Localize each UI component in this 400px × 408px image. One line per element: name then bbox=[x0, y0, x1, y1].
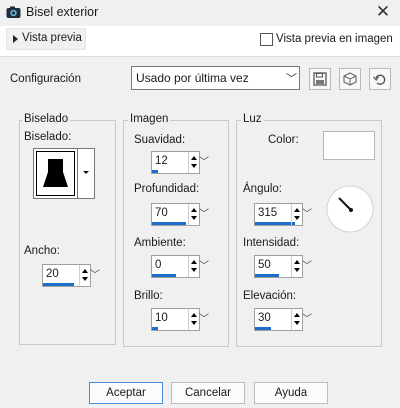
ambience-value: 0 bbox=[155, 259, 162, 271]
elevation-slider-bar[interactable] bbox=[255, 327, 271, 330]
width-label: Ancho: bbox=[24, 245, 60, 257]
reset-preset-button[interactable] bbox=[369, 68, 391, 90]
up-arrow-icon[interactable] bbox=[294, 260, 300, 264]
down-arrow-icon[interactable] bbox=[191, 216, 197, 220]
depth-stepper[interactable]: 70 bbox=[151, 203, 200, 226]
floppy-disk-icon bbox=[313, 72, 327, 86]
bevel-shape-picker[interactable] bbox=[33, 148, 78, 199]
config-preset-select[interactable]: Usado por última vez ﹀ bbox=[131, 66, 300, 90]
brightness-slider-bar[interactable] bbox=[152, 327, 158, 330]
ambience-stepper[interactable]: 0 bbox=[151, 255, 200, 278]
dropdown-arrow-icon bbox=[83, 171, 89, 174]
window-title: Bisel exterior bbox=[26, 5, 99, 19]
angle-slider-bar[interactable] bbox=[255, 222, 295, 225]
down-arrow-icon[interactable] bbox=[82, 277, 88, 281]
angle-value: 315 bbox=[258, 207, 278, 219]
intensity-value: 50 bbox=[258, 259, 271, 271]
brightness-label: Brillo: bbox=[134, 290, 163, 302]
down-arrow-icon[interactable] bbox=[294, 268, 300, 272]
bevel-shape-dropdown-button[interactable] bbox=[78, 148, 95, 199]
color-label: Color: bbox=[268, 134, 299, 146]
elevation-label: Elevación: bbox=[243, 290, 297, 302]
up-arrow-icon[interactable] bbox=[294, 208, 300, 212]
depth-chevron-icon[interactable]: ﹀ bbox=[199, 203, 209, 226]
expand-arrow-icon bbox=[13, 35, 18, 43]
light-group-title: Luz bbox=[241, 113, 264, 125]
up-arrow-icon[interactable] bbox=[191, 208, 197, 212]
up-arrow-icon[interactable] bbox=[191, 156, 197, 160]
elevation-chevron-icon[interactable]: ﹀ bbox=[302, 308, 312, 331]
accept-button[interactable]: Aceptar bbox=[89, 382, 163, 404]
bevel-shape-label: Biselado: bbox=[24, 131, 72, 143]
elevation-value: 30 bbox=[258, 312, 271, 324]
up-arrow-icon[interactable] bbox=[82, 269, 88, 273]
bevel-group-title: Biselado bbox=[22, 113, 71, 125]
smoothness-chevron-icon[interactable]: ﹀ bbox=[199, 151, 209, 174]
intensity-stepper[interactable]: 50 bbox=[254, 255, 303, 278]
help-button[interactable]: Ayuda bbox=[254, 382, 328, 404]
down-arrow-icon[interactable] bbox=[191, 164, 197, 168]
brightness-stepper[interactable]: 10 bbox=[151, 308, 200, 331]
intensity-chevron-icon[interactable]: ﹀ bbox=[302, 255, 312, 278]
camera-icon bbox=[6, 5, 21, 20]
intensity-label: Intensidad: bbox=[243, 237, 300, 249]
image-group-title: Imagen bbox=[128, 113, 171, 125]
ambience-slider-bar[interactable] bbox=[152, 274, 177, 277]
down-arrow-icon[interactable] bbox=[294, 321, 300, 325]
down-arrow-icon[interactable] bbox=[191, 268, 197, 272]
smoothness-stepper[interactable]: 12 bbox=[151, 151, 200, 174]
ambience-chevron-icon[interactable]: ﹀ bbox=[199, 255, 209, 278]
config-preset-value: Usado por última vez bbox=[136, 71, 249, 85]
width-slider-bar[interactable] bbox=[43, 283, 74, 286]
preview-toggle-label: Vista previa bbox=[22, 32, 82, 44]
depth-value: 70 bbox=[155, 207, 168, 219]
angle-stepper[interactable]: 315 bbox=[254, 203, 303, 226]
smoothness-label: Suavidad: bbox=[134, 134, 186, 146]
up-arrow-icon[interactable] bbox=[294, 313, 300, 317]
close-icon[interactable]: ✕ bbox=[372, 2, 394, 24]
save-preset-button[interactable] bbox=[309, 68, 331, 90]
elevation-stepper[interactable]: 30 bbox=[254, 308, 303, 331]
angle-chevron-icon[interactable]: ﹀ bbox=[302, 203, 312, 226]
angle-label: Ángulo: bbox=[243, 183, 283, 195]
config-label: Configuración bbox=[10, 73, 81, 85]
light-color-swatch[interactable] bbox=[323, 131, 375, 160]
brightness-chevron-icon[interactable]: ﹀ bbox=[199, 308, 209, 331]
preview-on-image-label[interactable]: Vista previa en imagen bbox=[276, 33, 393, 45]
up-arrow-icon[interactable] bbox=[191, 313, 197, 317]
smoothness-slider-bar[interactable] bbox=[152, 170, 158, 173]
preview-on-image-checkbox[interactable] bbox=[260, 33, 273, 46]
smoothness-value: 12 bbox=[155, 155, 168, 167]
width-chevron-icon[interactable]: ﹀ bbox=[90, 264, 100, 287]
depth-label: Profundidad: bbox=[134, 183, 200, 195]
preview-toggle-button[interactable]: Vista previa bbox=[6, 28, 86, 50]
delete-preset-button[interactable] bbox=[339, 68, 361, 90]
down-arrow-icon[interactable] bbox=[191, 321, 197, 325]
cancel-button[interactable]: Cancelar bbox=[171, 382, 245, 404]
angle-dial[interactable] bbox=[325, 184, 375, 234]
intensity-slider-bar[interactable] bbox=[255, 274, 279, 277]
width-value: 20 bbox=[46, 268, 59, 280]
ambience-label: Ambiente: bbox=[134, 237, 186, 249]
cube-delete-icon bbox=[343, 72, 357, 86]
depth-slider-bar[interactable] bbox=[152, 222, 186, 225]
up-arrow-icon[interactable] bbox=[191, 260, 197, 264]
reset-icon bbox=[373, 74, 386, 85]
chevron-down-icon[interactable]: ﹀ bbox=[286, 70, 297, 86]
bevel-shape-preview bbox=[36, 151, 75, 196]
down-arrow-icon[interactable] bbox=[294, 216, 300, 220]
brightness-value: 10 bbox=[155, 312, 168, 324]
width-stepper[interactable]: 20 bbox=[42, 264, 91, 287]
